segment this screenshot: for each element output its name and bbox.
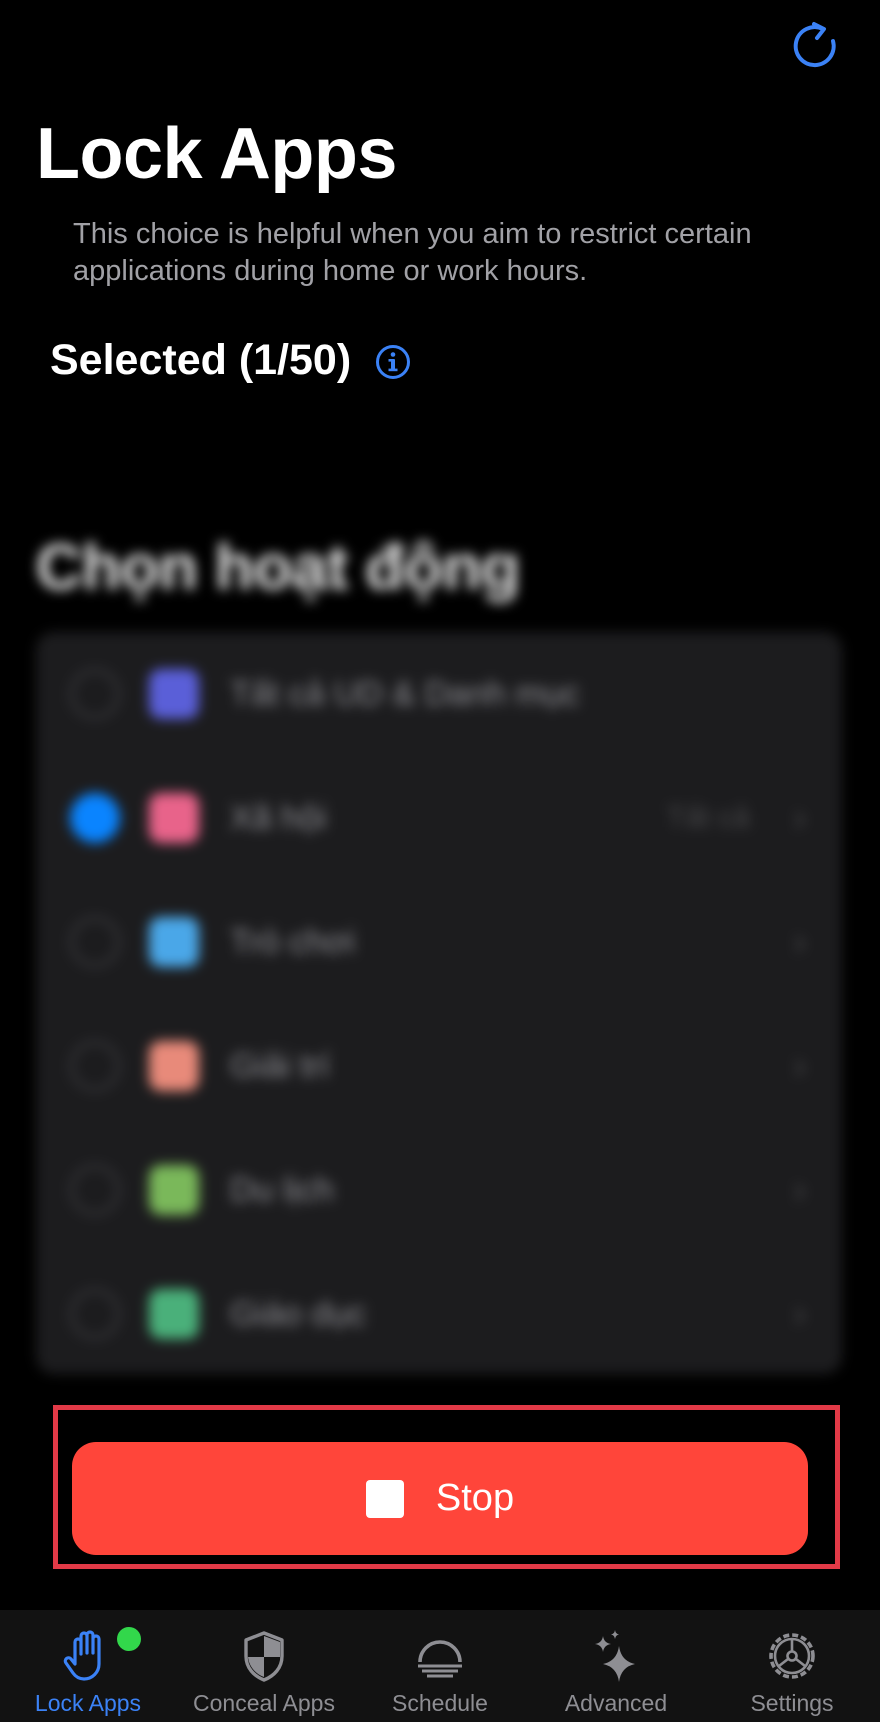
radio-icon[interactable]	[70, 669, 120, 719]
selected-count-label: Selected (1/50)	[50, 336, 352, 384]
chevron-right-icon: ›	[793, 796, 806, 839]
tab-label: Lock Apps	[34, 1690, 142, 1716]
selected-count-row: Selected (1/50)	[50, 333, 411, 387]
sparkles-icon	[595, 1630, 635, 1682]
tab-bar: Lock Apps Conceal Apps Schedule Advanced	[0, 1610, 880, 1722]
tab-label: Advanced	[564, 1690, 668, 1716]
category-icon	[149, 917, 199, 967]
chevron-right-icon: ›	[793, 920, 806, 963]
tab-conceal-apps[interactable]: Conceal Apps	[176, 1610, 352, 1722]
info-icon[interactable]	[375, 344, 411, 380]
category-icon	[149, 1289, 199, 1339]
category-icon	[149, 669, 199, 719]
checked-radio-icon[interactable]	[70, 793, 120, 843]
tab-settings[interactable]: Settings	[704, 1610, 880, 1722]
picker-row-detail: Tất cả	[666, 801, 750, 834]
tab-label: Conceal Apps	[193, 1690, 335, 1716]
picker-row-label: Trò chơi	[230, 922, 355, 961]
picker-row-label: Xã hội	[230, 798, 327, 837]
chevron-right-icon: ›	[793, 1168, 806, 1211]
category-icon	[149, 793, 199, 843]
picker-title: Chọn hoạt động	[36, 531, 520, 603]
radio-icon[interactable]	[70, 1165, 120, 1215]
picker-row[interactable]: Giáo dục ›	[36, 1252, 842, 1376]
category-icon	[149, 1041, 199, 1091]
radio-icon[interactable]	[70, 1041, 120, 1091]
page-title: Lock Apps	[36, 114, 397, 194]
hand-icon	[63, 1630, 101, 1681]
picker-row-label: Giải trí	[230, 1046, 331, 1085]
radio-icon[interactable]	[70, 1289, 120, 1339]
radio-icon[interactable]	[70, 917, 120, 967]
gear-icon	[769, 1633, 815, 1679]
picker-row[interactable]: Tất cả UD & Danh mục	[36, 632, 842, 756]
stop-square-icon	[365, 1479, 404, 1518]
stop-button-label: Stop	[435, 1477, 515, 1519]
stop-button[interactable]: Stop	[72, 1442, 808, 1555]
picker-row-label: Giáo dục	[230, 1294, 367, 1333]
activity-picker: Chọn hoạt động Tất cả UD & Danh mục Xã hộ…	[0, 510, 880, 1380]
page-subtitle: This choice is helpful when you aim to r…	[73, 218, 752, 287]
picker-row[interactable]: Giải trí ›	[36, 1004, 842, 1128]
sunset-icon	[418, 1640, 462, 1678]
picker-row[interactable]: Xã hội Tất cả ›	[36, 756, 842, 880]
picker-row[interactable]: Trò chơi ›	[36, 880, 842, 1004]
tab-lock-apps[interactable]: Lock Apps	[0, 1610, 176, 1722]
picker-row-label: Du lịch	[230, 1170, 334, 1209]
shield-icon	[244, 1631, 284, 1682]
tab-label: Schedule	[392, 1690, 488, 1716]
chevron-right-icon: ›	[793, 1292, 806, 1335]
refresh-icon[interactable]	[793, 19, 843, 73]
active-badge-dot	[117, 1627, 141, 1651]
picker-list: Tất cả UD & Danh mục Xã hội Tất cả › Trò chơ…	[36, 632, 842, 1374]
picker-row[interactable]: Du lịch ›	[36, 1128, 842, 1252]
category-icon	[149, 1165, 199, 1215]
tab-label: Settings	[750, 1690, 834, 1716]
tab-schedule[interactable]: Schedule	[352, 1610, 528, 1722]
chevron-right-icon: ›	[793, 1044, 806, 1087]
tab-advanced[interactable]: Advanced	[528, 1610, 704, 1722]
picker-row-label: Tất cả UD & Danh mục	[230, 674, 580, 713]
